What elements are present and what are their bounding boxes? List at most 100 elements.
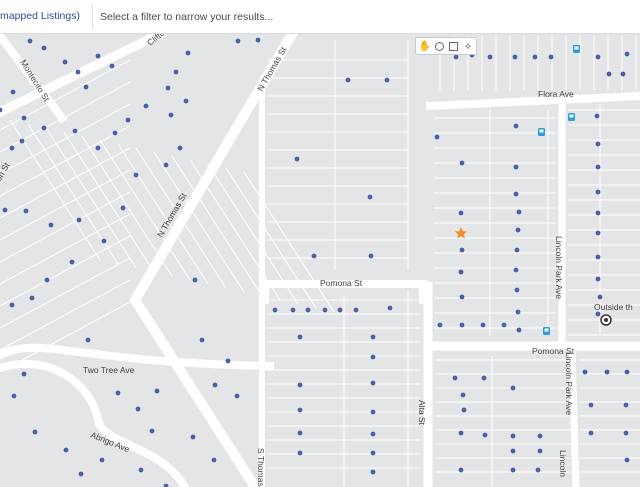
listing-marker[interactable]	[99, 457, 105, 463]
listing-marker[interactable]	[512, 54, 518, 60]
listing-marker[interactable]	[62, 59, 68, 65]
listing-marker[interactable]	[387, 305, 393, 311]
listing-marker[interactable]	[234, 393, 240, 399]
listing-marker[interactable]	[437, 322, 443, 328]
listing-marker[interactable]	[548, 54, 554, 60]
listing-marker[interactable]	[532, 54, 538, 60]
listing-marker[interactable]	[510, 433, 516, 439]
listing-marker[interactable]	[190, 434, 196, 440]
listing-marker[interactable]	[163, 162, 169, 168]
listing-marker[interactable]	[255, 37, 261, 43]
listing-marker[interactable]	[48, 222, 54, 228]
polygon-icon[interactable]: ⟡	[463, 41, 474, 52]
listing-marker[interactable]	[322, 307, 328, 313]
listing-marker[interactable]	[623, 402, 629, 408]
listing-marker[interactable]	[458, 269, 464, 275]
listing-marker[interactable]	[434, 134, 440, 140]
listing-marker[interactable]	[624, 457, 630, 463]
listing-marker[interactable]	[69, 259, 75, 265]
listing-marker[interactable]	[149, 428, 155, 434]
listing-marker[interactable]	[297, 334, 303, 340]
listing-marker[interactable]	[27, 38, 33, 44]
circle-icon[interactable]	[434, 41, 444, 51]
poi-outside-marker[interactable]	[600, 314, 612, 326]
listing-marker[interactable]	[76, 217, 82, 223]
listing-marker[interactable]	[168, 112, 174, 118]
listing-marker[interactable]	[9, 302, 15, 308]
listing-marker[interactable]	[453, 54, 459, 60]
listing-marker[interactable]	[516, 327, 522, 333]
listing-marker[interactable]	[32, 429, 38, 435]
hand-icon[interactable]: ✋	[419, 41, 431, 52]
listing-marker[interactable]	[487, 54, 493, 60]
listing-marker[interactable]	[515, 227, 521, 233]
listing-marker[interactable]	[370, 431, 376, 437]
listing-marker[interactable]	[595, 189, 601, 195]
listing-marker[interactable]	[85, 337, 91, 343]
listing-marker[interactable]	[595, 54, 601, 60]
listing-marker[interactable]	[459, 160, 465, 166]
listing-marker[interactable]	[235, 38, 241, 44]
listing-marker[interactable]	[370, 469, 376, 475]
listing-marker[interactable]	[594, 113, 600, 119]
listing-marker[interactable]	[290, 307, 296, 313]
listing-marker[interactable]	[19, 138, 25, 144]
listing-marker[interactable]	[211, 457, 217, 463]
listing-marker[interactable]	[535, 467, 541, 473]
listing-marker[interactable]	[537, 448, 543, 454]
listing-marker[interactable]	[458, 430, 464, 436]
listing-marker[interactable]	[112, 130, 118, 136]
listing-marker[interactable]	[120, 205, 126, 211]
listing-marker[interactable]	[165, 85, 171, 91]
listing-marker[interactable]	[384, 77, 390, 83]
listing-marker[interactable]	[480, 322, 486, 328]
listing-marker[interactable]	[183, 98, 189, 104]
listing-marker[interactable]	[513, 191, 519, 197]
listing-marker[interactable]	[337, 307, 343, 313]
listing-marker[interactable]	[458, 467, 464, 473]
listing-marker[interactable]	[595, 311, 601, 317]
listing-marker[interactable]	[368, 253, 374, 259]
map-canvas[interactable]: Clifton Montecito St on St N Thomas St N…	[0, 34, 640, 487]
listing-marker[interactable]	[297, 430, 303, 436]
listing-marker[interactable]	[588, 402, 594, 408]
listing-marker[interactable]	[459, 247, 465, 253]
listing-marker[interactable]	[212, 382, 218, 388]
listing-marker[interactable]	[311, 253, 317, 259]
listing-marker[interactable]	[510, 467, 516, 473]
listing-marker[interactable]	[370, 334, 376, 340]
listing-marker[interactable]	[461, 407, 467, 413]
listing-marker[interactable]	[595, 164, 601, 170]
listing-marker[interactable]	[173, 69, 179, 75]
bus-stop-icon[interactable]	[538, 128, 545, 136]
listing-marker[interactable]	[624, 369, 630, 375]
listing-marker[interactable]	[513, 123, 519, 129]
listing-marker[interactable]	[588, 430, 594, 436]
listing-marker[interactable]	[133, 172, 139, 178]
listing-marker[interactable]	[297, 382, 303, 388]
listing-marker[interactable]	[297, 450, 303, 456]
listing-marker[interactable]	[63, 447, 69, 453]
listing-marker[interactable]	[623, 430, 629, 436]
listing-marker[interactable]	[305, 307, 311, 313]
listing-marker[interactable]	[95, 145, 101, 151]
listing-marker[interactable]	[501, 322, 507, 328]
listing-marker[interactable]	[514, 247, 520, 253]
listing-marker[interactable]	[297, 407, 303, 413]
listing-marker[interactable]	[367, 194, 373, 200]
listing-marker[interactable]	[177, 145, 183, 151]
listing-marker[interactable]	[29, 295, 35, 301]
listing-marker[interactable]	[199, 337, 205, 343]
listing-marker[interactable]	[125, 117, 131, 123]
listing-marker[interactable]	[72, 128, 78, 134]
listing-marker[interactable]	[11, 393, 17, 399]
listing-marker[interactable]	[294, 156, 300, 162]
listing-marker[interactable]	[23, 208, 29, 214]
listing-marker[interactable]	[582, 369, 588, 375]
listing-marker[interactable]	[606, 71, 612, 77]
listing-marker[interactable]	[595, 210, 601, 216]
listing-marker[interactable]	[516, 209, 522, 215]
listing-marker[interactable]	[345, 77, 351, 83]
listing-marker[interactable]	[370, 354, 376, 360]
map-svg[interactable]: Clifton Montecito St on St N Thomas St N…	[0, 34, 640, 487]
